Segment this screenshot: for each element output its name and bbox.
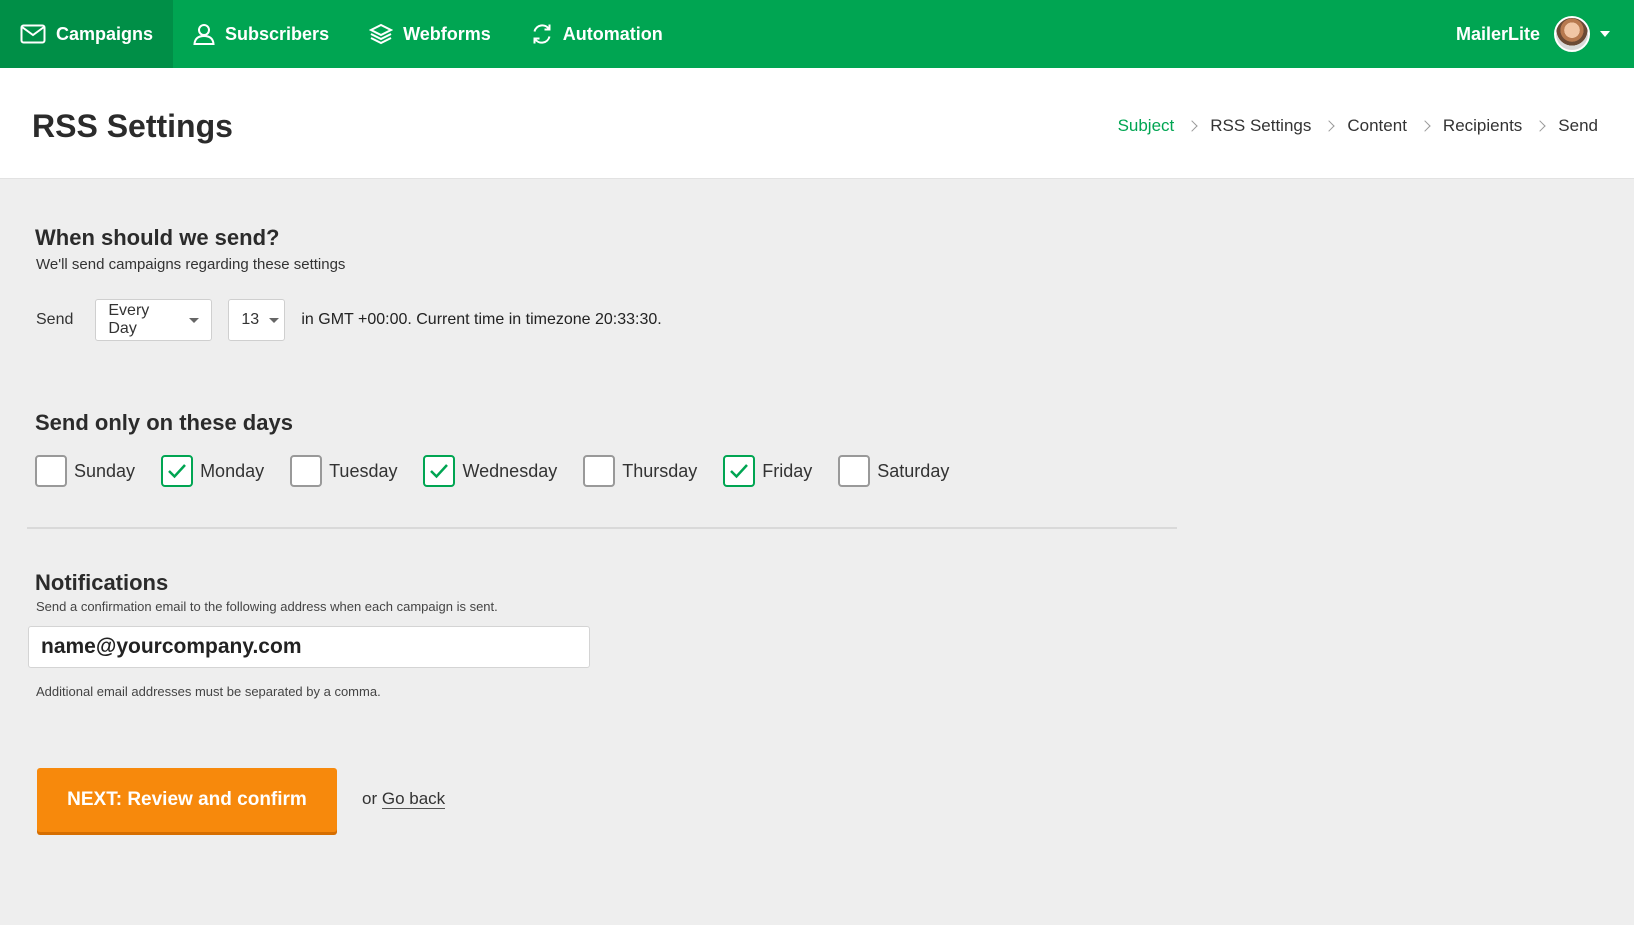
checkbox-tuesday[interactable] xyxy=(290,455,323,487)
day-label: Thursday xyxy=(622,460,698,481)
chevron-right-icon xyxy=(1419,120,1431,132)
layers-icon xyxy=(369,23,394,45)
notifications-subtext: Send a confirmation email to the followi… xyxy=(36,599,498,614)
breadcrumb-content: Content xyxy=(1347,116,1407,135)
page-header: RSS Settings Subject RSS Settings Conten… xyxy=(0,68,1634,179)
day-label: Sunday xyxy=(74,460,136,481)
day-label: Wednesday xyxy=(462,460,558,481)
chevron-right-icon xyxy=(1186,120,1198,132)
day-label: Saturday xyxy=(877,460,950,481)
nav-automation[interactable]: Automation xyxy=(511,0,683,68)
chevron-right-icon xyxy=(1534,120,1546,132)
day-monday[interactable]: Monday xyxy=(161,455,264,487)
send-schedule-row: Send Every Day 13 in GMT +00:00. Current… xyxy=(36,299,662,341)
breadcrumb-send: Send xyxy=(1558,116,1598,135)
nav-campaigns[interactable]: Campaigns xyxy=(0,0,174,68)
envelope-icon xyxy=(20,24,46,44)
checkbox-monday[interactable] xyxy=(161,455,194,487)
account-menu[interactable]: MailerLite xyxy=(1456,16,1634,52)
breadcrumb-subject[interactable]: Subject xyxy=(1118,116,1175,136)
or-text: or xyxy=(362,789,378,808)
hour-value: 13 xyxy=(241,311,260,328)
days-checkbox-group: Sunday Monday Tuesday Wednesday Thursday xyxy=(35,455,975,487)
user-icon xyxy=(193,24,215,45)
day-tuesday[interactable]: Tuesday xyxy=(290,455,397,487)
caret-down-icon xyxy=(269,317,280,323)
checkbox-saturday[interactable] xyxy=(838,455,871,487)
nav-webforms[interactable]: Webforms xyxy=(349,0,511,68)
main-content: When should we send? We'll send campaign… xyxy=(0,179,1634,925)
breadcrumb-recipients: Recipients xyxy=(1442,116,1523,135)
nav-subscribers[interactable]: Subscribers xyxy=(173,0,349,68)
frequency-value: Every Day xyxy=(108,302,150,337)
checkbox-friday[interactable] xyxy=(723,455,756,487)
top-navigation: Campaigns Subscribers Webforms Automatio… xyxy=(0,0,1634,68)
checkmark-icon xyxy=(168,464,186,479)
day-friday[interactable]: Friday xyxy=(723,455,812,487)
nav-label: Automation xyxy=(562,23,663,44)
go-back-link[interactable]: Go back xyxy=(381,789,446,809)
checkbox-wednesday[interactable] xyxy=(423,455,456,487)
frequency-select[interactable]: Every Day xyxy=(95,299,213,341)
checkbox-sunday[interactable] xyxy=(35,455,67,487)
schedule-heading: When should we send? xyxy=(35,225,280,250)
chevron-right-icon xyxy=(1323,120,1336,132)
schedule-subtext: We'll send campaigns regarding these set… xyxy=(36,256,346,273)
hour-select[interactable]: 13 xyxy=(228,299,286,341)
day-saturday[interactable]: Saturday xyxy=(838,455,949,487)
nav-label: Subscribers xyxy=(225,23,330,44)
nav-label: Webforms xyxy=(403,23,491,44)
page-title: RSS Settings xyxy=(32,108,233,144)
notification-email-input[interactable] xyxy=(28,626,590,668)
send-label: Send xyxy=(36,311,74,328)
checkbox-thursday[interactable] xyxy=(583,455,616,487)
next-review-button[interactable]: NEXT: Review and confirm xyxy=(37,768,337,832)
checkmark-icon xyxy=(730,464,749,479)
nav-label: Campaigns xyxy=(56,23,154,44)
account-name: MailerLite xyxy=(1455,23,1540,44)
breadcrumb: Subject RSS Settings Content Recipients … xyxy=(1118,116,1598,136)
section-divider xyxy=(27,527,1177,529)
day-label: Tuesday xyxy=(329,460,398,481)
go-back-container: or Go back xyxy=(362,789,446,809)
day-sunday[interactable]: Sunday xyxy=(35,455,135,487)
day-thursday[interactable]: Thursday xyxy=(583,455,697,487)
breadcrumb-rss-settings: RSS Settings xyxy=(1210,116,1312,135)
day-wednesday[interactable]: Wednesday xyxy=(423,455,557,487)
checkmark-icon xyxy=(430,464,449,479)
day-label: Friday xyxy=(762,460,813,481)
caret-down-icon xyxy=(189,317,200,323)
avatar xyxy=(1554,16,1590,52)
refresh-icon xyxy=(533,24,551,44)
day-label: Monday xyxy=(200,460,265,481)
notifications-hint: Additional email addresses must be separ… xyxy=(36,684,381,699)
timezone-text: in GMT +00:00. Current time in timezone … xyxy=(301,311,662,328)
chevron-down-icon xyxy=(1600,31,1610,37)
notifications-heading: Notifications xyxy=(35,570,169,595)
days-heading: Send only on these days xyxy=(35,410,293,435)
